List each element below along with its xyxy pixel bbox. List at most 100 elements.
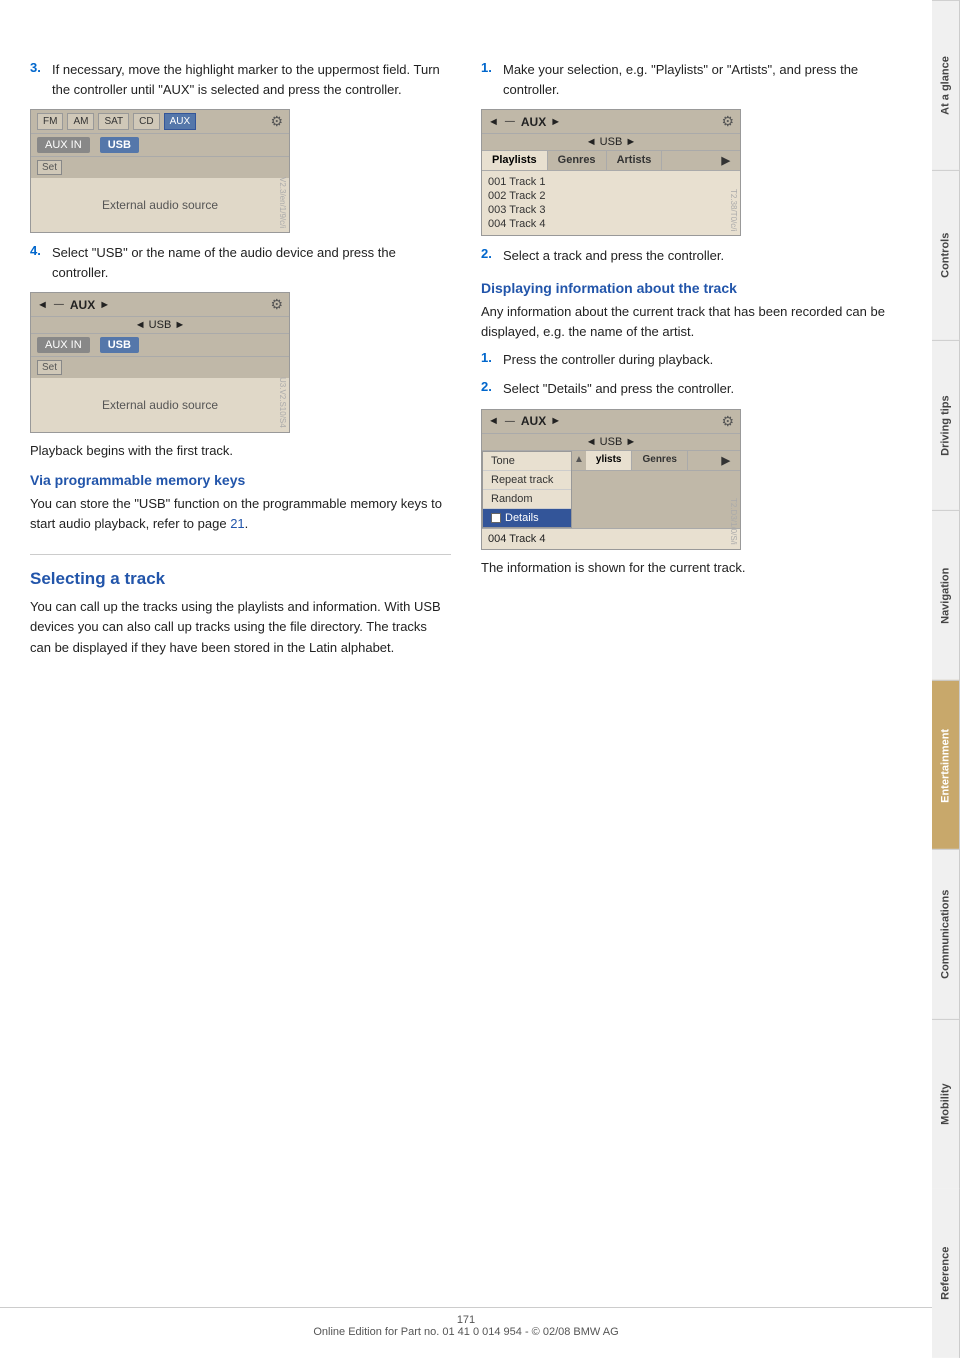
- set-label-2: Set: [37, 360, 62, 375]
- screen-2-set-row: Set: [31, 357, 289, 378]
- screen-4-menu: Tone Repeat track Random Details: [482, 451, 572, 528]
- selecting-text: You can call up the tracks using the pla…: [30, 597, 451, 657]
- screen-3-nav: ◄ — AUX ►: [488, 115, 561, 129]
- step-4: 4. Select "USB" or the name of the audio…: [30, 243, 451, 282]
- step-3: 3. If necessary, move the highlight mark…: [30, 60, 451, 99]
- track-2: 002 Track 2: [488, 189, 734, 203]
- step-r2: 2. Select a track and press the controll…: [481, 246, 902, 266]
- screen-3: ◄ — AUX ► ⚙ ◄ USB ► Playlists Genres Art…: [481, 109, 741, 236]
- screen-4-nav: ◄ — AUX ►: [488, 414, 561, 428]
- step-display-2: 2. Select "Details" and press the contro…: [481, 379, 902, 399]
- nav-left-arrow: ◄: [37, 299, 48, 311]
- step-r1-number: 1.: [481, 60, 497, 99]
- am-button[interactable]: AM: [67, 113, 94, 130]
- screen-1-aux-usb-row: AUX IN USB: [31, 134, 289, 157]
- screen-2-ext-audio: External audio source: [31, 378, 289, 432]
- screen-4-partial-tabs: ▲ ylists Genres ▶: [572, 451, 740, 471]
- screen-2: ◄ — AUX ► ⚙ ◄ USB ► AUX IN USB Set Exter…: [30, 292, 290, 433]
- set-label-1: Set: [37, 160, 62, 175]
- cd-button[interactable]: CD: [133, 113, 159, 130]
- usb-button-2[interactable]: USB: [100, 337, 139, 353]
- nav-left-3: ◄: [488, 116, 499, 128]
- tab-playlists[interactable]: Playlists: [482, 151, 548, 170]
- screen-1: FM AM SAT CD AUX ⚙ AUX IN USB Set Extern…: [30, 109, 290, 233]
- screen-4-top-bar: ◄ — AUX ► ⚙: [482, 410, 740, 434]
- step-r1: 1. Make your selection, e.g. "Playlists"…: [481, 60, 902, 99]
- tab-controls[interactable]: Controls: [932, 170, 960, 340]
- page-number: 171: [457, 1314, 475, 1326]
- screen-2-usb-bar: ◄ USB ►: [31, 317, 289, 334]
- tab-mobility[interactable]: Mobility: [932, 1019, 960, 1189]
- screen-1-ext-audio: External audio source: [31, 178, 289, 232]
- menu-details[interactable]: Details: [483, 509, 571, 527]
- aux-line-icon: —: [54, 299, 64, 310]
- displaying-text: Any information about the current track …: [481, 302, 902, 342]
- nav-right-3: ►: [550, 116, 561, 128]
- tab-right-4: ▶: [712, 451, 740, 470]
- menu-repeat[interactable]: Repeat track: [483, 471, 571, 490]
- two-column-layout: 3. If necessary, move the highlight mark…: [30, 60, 902, 666]
- screen-3-usb-bar: ◄ USB ►: [482, 134, 740, 151]
- tab-right-arrow: ▶: [712, 151, 740, 170]
- aux-in-button[interactable]: AUX IN: [37, 137, 90, 153]
- aux-label-3: AUX: [521, 115, 546, 129]
- screen-4-right-area: ▲ ylists Genres ▶: [572, 451, 740, 528]
- menu-random[interactable]: Random: [483, 490, 571, 509]
- step-r2-text: Select a track and press the controller.: [503, 246, 724, 266]
- side-tabs: At a glance Controls Driving tips Naviga…: [932, 0, 960, 1358]
- screen-2-top-bar: ◄ — AUX ► ⚙: [31, 293, 289, 317]
- tab-at-a-glance[interactable]: At a glance: [932, 0, 960, 170]
- tab-genres[interactable]: Genres: [548, 151, 607, 170]
- watermark-3: T2.38/T0/c/i: [729, 189, 738, 231]
- screen-4-tabs-row: Tone Repeat track Random Details ▲: [482, 451, 740, 529]
- page-footer: 171 Online Edition for Part no. 01 41 0 …: [0, 1307, 932, 1338]
- step-display-1-number: 1.: [481, 350, 497, 370]
- tab-genres-4: Genres: [632, 451, 687, 470]
- track-3: 003 Track 3: [488, 203, 734, 217]
- aux-button[interactable]: AUX: [164, 113, 197, 130]
- tab-navigation[interactable]: Navigation: [932, 510, 960, 680]
- tab-entertainment[interactable]: Entertainment: [932, 680, 960, 850]
- screen-1-set-row: Set: [31, 157, 289, 178]
- via-link[interactable]: 21: [230, 516, 244, 531]
- fm-button[interactable]: FM: [37, 113, 63, 130]
- tab-driving-tips[interactable]: Driving tips: [932, 340, 960, 510]
- nav-right-arrow-2: ►: [99, 299, 110, 311]
- aux-label-2: AUX: [70, 298, 95, 312]
- track-1: 001 Track 1: [488, 175, 734, 189]
- step-display-2-text: Select "Details" and press the controlle…: [503, 379, 734, 399]
- tab-communications[interactable]: Communications: [932, 849, 960, 1019]
- via-text-suffix: .: [245, 516, 249, 531]
- step-4-text: Select "USB" or the name of the audio de…: [52, 243, 451, 282]
- footer-text: Online Edition for Part no. 01 41 0 014 …: [313, 1326, 618, 1338]
- usb-button-1[interactable]: USB: [100, 137, 139, 153]
- left-column: 3. If necessary, move the highlight mark…: [30, 60, 451, 666]
- screen-2-nav: ◄ — AUX ►: [37, 298, 110, 312]
- tab-ylists: ylists: [586, 451, 633, 470]
- screen-4: ◄ — AUX ► ⚙ ◄ USB ► Tone Repeat track: [481, 409, 741, 550]
- details-checkbox-icon: [491, 513, 501, 523]
- aux-line-icon-3: —: [505, 116, 515, 127]
- step-display-1: 1. Press the controller during playback.: [481, 350, 902, 370]
- via-text: You can store the "USB" function on the …: [30, 494, 451, 534]
- step-r2-number: 2.: [481, 246, 497, 266]
- selecting-heading: Selecting a track: [30, 554, 451, 589]
- nav-right-4: ►: [550, 415, 561, 427]
- screen-3-tabs: Playlists Genres Artists ▶: [482, 151, 740, 171]
- displaying-heading: Displaying information about the track: [481, 280, 902, 296]
- partial-arrow: ▲: [572, 451, 586, 470]
- via-heading: Via programmable memory keys: [30, 472, 451, 488]
- tab-artists[interactable]: Artists: [607, 151, 663, 170]
- tab-reference[interactable]: Reference: [932, 1189, 960, 1358]
- screen-4-usb-bar: ◄ USB ►: [482, 434, 740, 451]
- info-line: The information is shown for the current…: [481, 560, 902, 575]
- main-content: 3. If necessary, move the highlight mark…: [0, 0, 932, 726]
- aux-in-button-2[interactable]: AUX IN: [37, 337, 90, 353]
- menu-tone[interactable]: Tone: [483, 452, 571, 471]
- step-r1-text: Make your selection, e.g. "Playlists" or…: [503, 60, 902, 99]
- menu-details-label: Details: [505, 512, 539, 524]
- screen-4-gear-icon: ⚙: [721, 413, 734, 430]
- sat-button[interactable]: SAT: [98, 113, 129, 130]
- screen-1-fm-row: FM AM SAT CD AUX ⚙: [31, 110, 289, 134]
- screen-4-track-row: 004 Track 4: [482, 529, 740, 549]
